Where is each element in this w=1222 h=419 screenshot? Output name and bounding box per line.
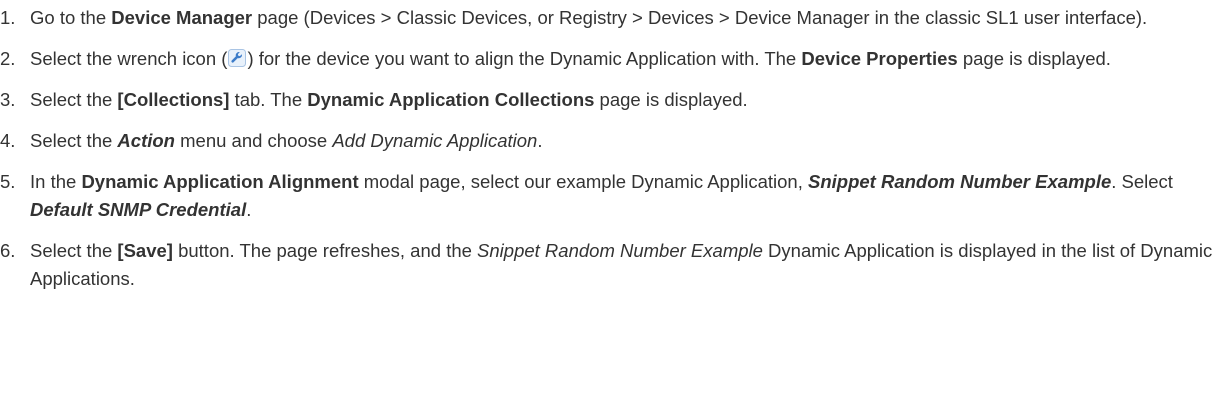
step-text: page is displayed. [594, 89, 748, 110]
step-text: Select the [30, 130, 118, 151]
emphasis-text: Device Manager [111, 7, 253, 28]
step-3: 3. Select the [Collections] tab. The Dyna… [0, 86, 1215, 114]
emphasis-text: Dynamic Application Alignment [81, 171, 359, 192]
emphasis-text: Dynamic Application Collections [307, 89, 595, 110]
step-number: 6. [0, 240, 16, 261]
emphasis-text: Action [117, 130, 175, 151]
emphasis-text: Device Properties [801, 48, 958, 69]
emphasis-text: [Save] [117, 240, 173, 261]
step-2: 2. Select the wrench icon ( ) for the devi… [0, 45, 1215, 73]
wrench-icon [228, 47, 247, 67]
step-1: 1. Go to the Device Manager page (Devices… [0, 4, 1215, 32]
step-number: 3. [0, 89, 16, 110]
step-5: 5. In the Dynamic Application Alignment m… [0, 168, 1215, 224]
step-text: Go to the [30, 7, 112, 28]
step-number: 4. [0, 130, 16, 151]
step-text: In the [30, 171, 82, 192]
emphasis-text: Snippet Random Number Example [808, 171, 1112, 192]
step-text: . [246, 199, 252, 220]
step-text: menu and choose [174, 130, 333, 151]
step-text: page (Devices > Classic Devices, or Regi… [252, 7, 1148, 28]
emphasis-text: Add Dynamic Application [332, 130, 538, 151]
emphasis-text: Default SNMP Credential [30, 199, 247, 220]
step-text: Select the wrench icon ( [30, 48, 228, 69]
step-text: . Select [1111, 171, 1173, 192]
step-text: button. The page refreshes, and the [172, 240, 478, 261]
step-number: 5. [0, 171, 16, 192]
step-text: Select the [30, 89, 118, 110]
step-number: 1. [0, 7, 16, 28]
emphasis-text: [Collections] [117, 89, 230, 110]
emphasis-text: Snippet Random Number Example [477, 240, 763, 261]
procedure-steps: 1. Go to the Device Manager page (Devices… [0, 0, 1222, 293]
step-6: 6. Select the [Save] button. The page ref… [0, 237, 1215, 293]
step-text: modal page, select our example Dynamic A… [358, 171, 808, 192]
step-text: tab. The [229, 89, 308, 110]
step-text: page is displayed. [957, 48, 1111, 69]
step-4: 4. Select the Action menu and choose Add … [0, 127, 1215, 155]
step-text: Select the [30, 240, 118, 261]
step-text: . [537, 130, 543, 151]
step-number: 2. [0, 48, 16, 69]
step-text: ) for the device you want to align the D… [247, 48, 802, 69]
